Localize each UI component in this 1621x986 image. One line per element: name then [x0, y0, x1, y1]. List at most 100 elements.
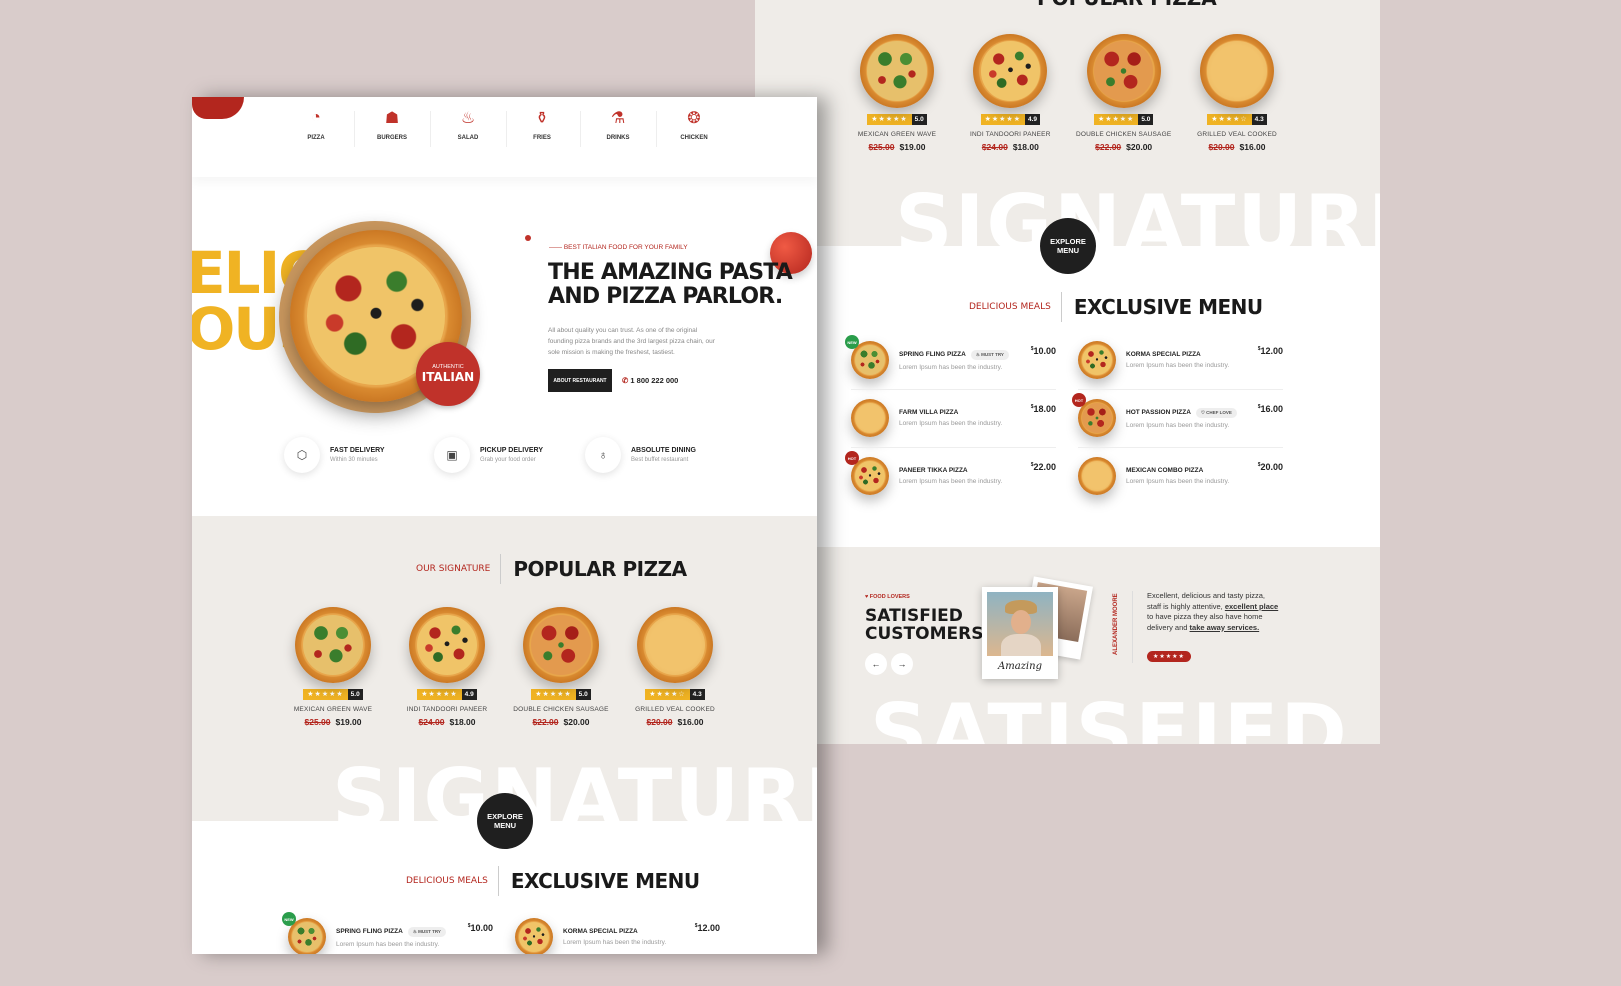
exclusive-menu-list: NEW SPRING FLING PIZZA ♨ MUST TRY Lorem I…	[282, 912, 720, 954]
rating: ★★★★★ 4.9	[417, 689, 477, 700]
burger-icon: ☗	[384, 110, 400, 127]
pizza-price: $22.00 $20.00	[1095, 142, 1153, 152]
menu-item[interactable]: NEW SPRING FLING PIZZA ♨ MUST TRY Lorem I…	[282, 912, 493, 954]
menu-item-name: MEXICAN COMBO PIZZA	[1126, 467, 1204, 474]
popular-pizza-list: ★★★★★ 5.0 MEXICAN GREEN WAVE $25.00 $19.00…	[852, 34, 1282, 152]
menu-item-name: PANEER TIKKA PIZZA	[899, 467, 968, 474]
hero-description: All about quality you can trust. As one …	[548, 327, 715, 356]
menu-item-desc: Lorem Ipsum has been the industry.	[563, 939, 667, 946]
page: { "categories":[ {"label":"PIZZA","icon"…	[0, 0, 1568, 954]
menu-item[interactable]: KORMA SPECIAL PIZZA Lorem Ipsum has been…	[515, 917, 720, 954]
menu-item[interactable]: HOT HOT PASSION PIZZA ♡ CHEF LOVE Lorem I…	[1072, 393, 1283, 438]
menu-item-desc: Lorem Ipsum has been the industry.	[899, 420, 1003, 427]
feature-item: ⬡ FAST DELIVERY Within 30 minutes	[284, 437, 385, 473]
menu-item-price: $16.00	[1257, 404, 1283, 414]
menu-pizza-image	[1078, 341, 1116, 379]
menu-pizza-image	[515, 918, 553, 954]
pizza-name: INDI TANDOORI PANEER	[970, 131, 1051, 138]
testimonial-section: ♥ FOOD LOVERS SATISFIED CUSTOMERS ← → Ama…	[755, 547, 1380, 744]
pizza-card[interactable]: ★★★★☆ 4.3 GRILLED VEAL COOKED $20.00 $16.0…	[1192, 34, 1282, 152]
menu-tag: ♡ CHEF LOVE	[1195, 407, 1237, 418]
fries-icon: ⚱	[535, 110, 549, 127]
bulb-icon: ♁	[585, 437, 621, 473]
menu-item[interactable]: KORMA SPECIAL PIZZA Lorem Ipsum has been…	[1078, 340, 1283, 380]
phone-link[interactable]: ✆ 1 800 222 000	[622, 376, 678, 385]
pizza-card[interactable]: ★★★★★ 5.0 DOUBLE CHICKEN SAUSAGE $22.00 $2…	[1076, 34, 1171, 152]
phone-icon: ✆	[622, 376, 629, 385]
box-icon: ⬡	[284, 437, 320, 473]
pizza-price: $20.00 $16.00	[646, 717, 704, 727]
testimonial-quote: Excellent, delicious and tasty pizza, st…	[1147, 591, 1279, 632]
pizza-card[interactable]: ★★★★★ 5.0 MEXICAN GREEN WAVE $25.00 $19.00	[288, 607, 378, 727]
pizza-name: MEXICAN GREEN WAVE	[857, 131, 937, 138]
pizza-card[interactable]: ★★★★★ 4.9 INDI TANDOORI PANEER $24.00 $18.…	[402, 607, 492, 727]
menu-item-name: KORMA SPECIAL PIZZA	[1126, 351, 1201, 358]
category-nav: ◔ PIZZA ☗ BURGERS ♨ SALAD ⚱ FRIES ⚗ DRINKS ❂ CHICKE…	[192, 97, 817, 177]
menu-item-price: $12.00	[1257, 346, 1283, 356]
menu-item-price: $10.00	[1030, 346, 1056, 356]
category-pizza[interactable]: ◔ PIZZA	[296, 107, 336, 141]
explore-menu-button[interactable]: EXPLORE MENU	[1040, 218, 1096, 274]
category-fries[interactable]: ⚱ FRIES	[522, 107, 562, 141]
back-page-preview: POPULAR PIZZA SIGNATURE ★★★★★5.0 MEXICAN…	[755, 0, 1380, 744]
testimonial-kicker: ♥ FOOD LOVERS	[865, 594, 910, 600]
section-title: POPULAR PIZZA	[1037, 0, 1217, 10]
pizza-image	[523, 607, 599, 683]
rating: ★★★★★ 5.0	[1093, 114, 1154, 125]
rating-stars: ★★★★★	[1147, 651, 1191, 662]
rating: ★★★★★ 4.9	[980, 114, 1041, 125]
testimonial-title: SATISFIED CUSTOMERS	[865, 606, 984, 644]
pizza-image	[860, 34, 934, 108]
satisfied-watermark: SATISFIED	[870, 687, 1349, 744]
menu-item-price: $20.00	[1257, 462, 1283, 472]
rating: ★★★★★ 5.0	[867, 114, 927, 125]
menu-badge: NEW	[845, 335, 859, 349]
pizza-card[interactable]: ★★★★★ 4.9 INDI TANDOORI PANEER $24.00 $18.…	[965, 34, 1055, 152]
menu-badge: HOT	[1072, 393, 1086, 407]
category-chicken[interactable]: ❂ CHICKEN	[674, 107, 714, 141]
menu-item[interactable]: MEXICAN COMBO PIZZA Lorem Ipsum has been…	[1078, 456, 1283, 496]
menu-pizza-image	[851, 399, 889, 437]
feature-item: ♁ ABSOLUTE DINING Best buffet restaurant	[585, 437, 696, 473]
signature-watermark: SIGNATURE	[895, 178, 1380, 271]
category-burgers[interactable]: ☗ BURGERS	[372, 107, 412, 141]
pizza-card[interactable]: ★★★★★ 5.0 MEXICAN GREEN WAVE $25.00 $19.00	[852, 34, 942, 152]
menu-item[interactable]: NEW SPRING FLING PIZZA ♨ MUST TRY Lorem I…	[845, 335, 1056, 380]
prev-arrow-button[interactable]: ←	[865, 653, 887, 675]
pizza-name: GRILLED VEAL COOKED	[1197, 131, 1277, 138]
exclusive-menu-heading: DELICIOUS MEALS EXCLUSIVE MENU	[406, 866, 700, 896]
category-salad[interactable]: ♨ SALAD	[448, 107, 488, 141]
category-drinks[interactable]: ⚗ DRINKS	[598, 107, 638, 141]
about-restaurant-button[interactable]: ABOUT RESTAURANT	[548, 369, 612, 392]
pizza-price: $22.00 $20.00	[532, 717, 590, 727]
menu-item-price: $22.00	[1030, 462, 1056, 472]
next-arrow-button[interactable]: →	[891, 653, 913, 675]
bag-icon: ▣	[434, 437, 470, 473]
pizza-name: GRILLED VEAL COOKED	[635, 706, 715, 713]
menu-item-name: FARM VILLA PIZZA	[899, 409, 959, 416]
authentic-italian-seal: AUTHENTIC ITALIAN	[416, 342, 480, 406]
chicken-icon: ❂	[687, 110, 701, 127]
pizza-image	[409, 607, 485, 683]
pizza-name: DOUBLE CHICKEN SAUSAGE	[513, 706, 609, 713]
feature-item: ▣ PICKUP DELIVERY Grab your food order	[434, 437, 543, 473]
menu-item-price: $10.00	[467, 923, 493, 933]
pizza-card[interactable]: ★★★★☆ 4.3 GRILLED VEAL COOKED $20.00 $16.0…	[630, 607, 720, 727]
front-page-preview: ◔ PIZZA ☗ BURGERS ♨ SALAD ⚱ FRIES ⚗ DRINKS ❂ CHICKE…	[192, 97, 817, 954]
menu-item[interactable]: HOT PANEER TIKKA PIZZA Lorem Ipsum has b…	[845, 451, 1056, 496]
menu-badge: HOT	[845, 451, 859, 465]
menu-item-name: HOT PASSION PIZZA	[1126, 409, 1191, 416]
customer-photo: Amazing	[982, 587, 1058, 679]
signature-watermark: SIGNATURE	[332, 752, 817, 845]
rating: ★★★★★ 5.0	[303, 689, 363, 700]
menu-item[interactable]: FARM VILLA PIZZA Lorem Ipsum has been th…	[851, 398, 1056, 438]
popular-pizza-list: ★★★★★ 5.0 MEXICAN GREEN WAVE $25.00 $19.00…	[288, 607, 720, 727]
pizza-icon: ◔	[311, 109, 321, 126]
pizza-image	[1086, 34, 1161, 108]
pizza-price: $25.00 $19.00	[304, 717, 362, 727]
hero-title: THE AMAZING PASTA AND PIZZA PARLOR.	[548, 260, 793, 309]
explore-menu-button[interactable]: EXPLORE MENU	[477, 793, 533, 849]
pizza-card[interactable]: ★★★★★ 5.0 DOUBLE CHICKEN SAUSAGE $22.00 $2…	[513, 607, 609, 727]
author-name: ALEXANDER MOORE	[1113, 593, 1119, 655]
salad-icon: ♨	[460, 110, 476, 127]
